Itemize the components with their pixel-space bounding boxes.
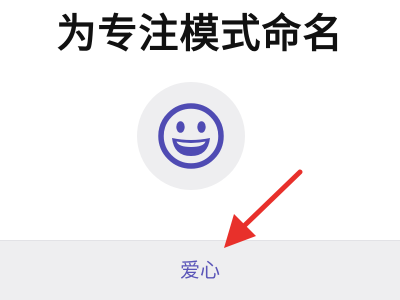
smiley-face-icon — [158, 103, 224, 169]
focus-mode-naming-screen: 为专注模式命名 爱心 — [0, 0, 400, 300]
page-title: 为专注模式命名 — [56, 11, 344, 57]
mode-name-value[interactable]: 爱心 — [0, 257, 400, 283]
mode-icon-button[interactable] — [137, 82, 245, 190]
mode-name-field[interactable]: 爱心 — [0, 240, 400, 300]
